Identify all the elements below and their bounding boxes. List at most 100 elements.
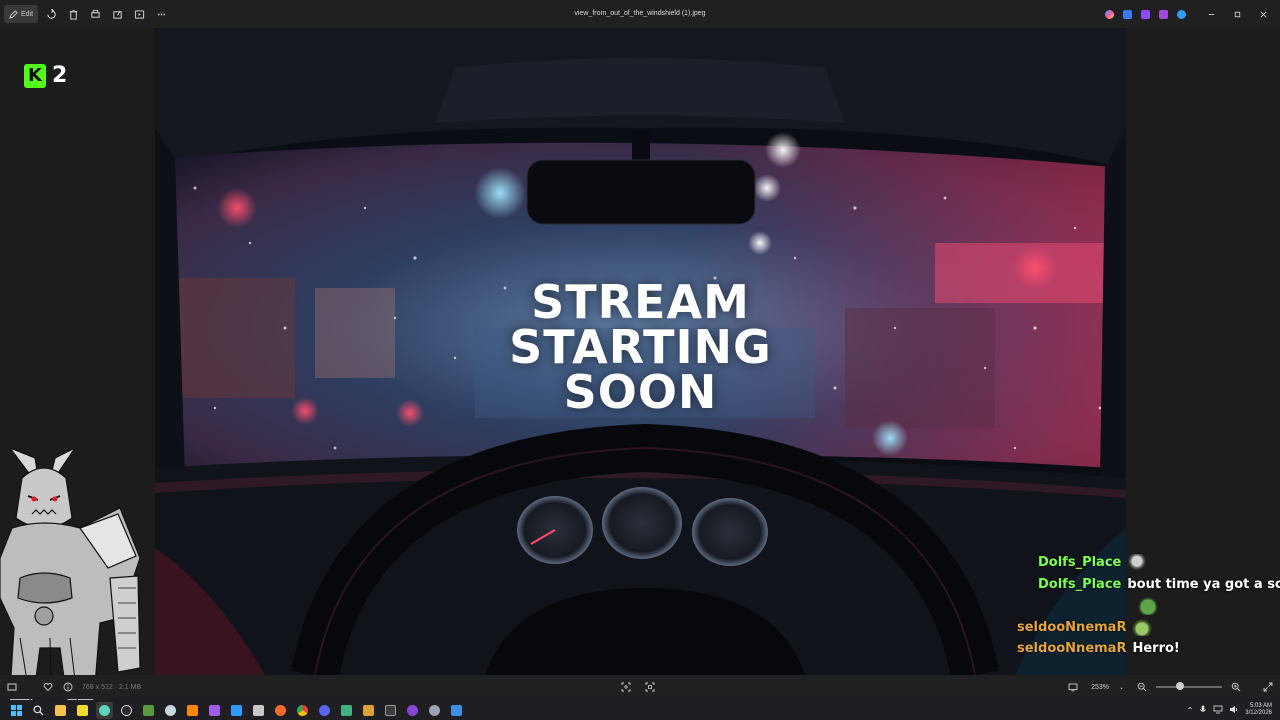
close-icon bbox=[1259, 10, 1267, 18]
edit-icon bbox=[9, 9, 18, 19]
zoom-slider[interactable] bbox=[1156, 682, 1222, 690]
zoom-level: 253% bbox=[1091, 683, 1109, 691]
print-button[interactable] bbox=[86, 5, 104, 23]
printer-icon bbox=[90, 9, 100, 18]
chat-username: Dolfs_Place bbox=[1038, 576, 1122, 592]
taskbar: ⌃ 5:03 AM 3/12/2026 bbox=[0, 700, 1280, 720]
windows-start-icon[interactable] bbox=[8, 702, 25, 719]
sound-app-icon[interactable] bbox=[360, 702, 377, 719]
statusbar-left: 768 x 512 · 2.1 MB bbox=[0, 681, 141, 693]
filmstrip-icon[interactable] bbox=[6, 681, 18, 693]
viewer-count: 2 bbox=[52, 63, 68, 88]
terminal-icon[interactable] bbox=[382, 702, 399, 719]
info-icon[interactable] bbox=[62, 681, 74, 693]
firefox-icon[interactable] bbox=[272, 702, 289, 719]
settings-icon[interactable] bbox=[426, 702, 443, 719]
actual-size-button[interactable] bbox=[644, 681, 656, 693]
taskbar-apps bbox=[0, 701, 465, 719]
clipchamp-icon[interactable] bbox=[1138, 7, 1152, 21]
steam-icon[interactable] bbox=[162, 702, 179, 719]
network-icon[interactable] bbox=[1213, 705, 1223, 716]
zoom-out-icon bbox=[1137, 682, 1147, 692]
statusbar-right: 253% ⌄ bbox=[1067, 675, 1274, 699]
search-icon[interactable] bbox=[30, 702, 47, 719]
close-button[interactable] bbox=[1252, 3, 1274, 25]
sticky-notes-icon[interactable] bbox=[74, 702, 91, 719]
chat-message: Dolfs_Place bbox=[992, 552, 1272, 574]
copilot-icon[interactable] bbox=[1102, 7, 1116, 21]
chat-text: bout time ya got a screen bbox=[1127, 576, 1280, 592]
settings-wheel-icon[interactable] bbox=[118, 702, 135, 719]
monitor-icon bbox=[1068, 683, 1078, 692]
visual-studio-icon[interactable] bbox=[206, 702, 223, 719]
stream-starting-headline: STREAM STARTING SOON bbox=[155, 275, 1126, 419]
vscode-icon[interactable] bbox=[228, 702, 245, 719]
edit-button[interactable]: Edit bbox=[4, 5, 39, 23]
share-button[interactable] bbox=[108, 5, 126, 23]
headline-line: STARTING bbox=[509, 320, 772, 374]
toolbar-actions: Edit bbox=[0, 5, 170, 23]
rotate-icon bbox=[46, 8, 56, 19]
chat-message: Dolfs_Place bout time ya got a screen bbox=[992, 574, 1280, 596]
discord-icon[interactable] bbox=[316, 702, 333, 719]
clock-date: 3/12/2026 bbox=[1245, 710, 1272, 716]
onedrive-icon[interactable] bbox=[1174, 7, 1188, 21]
minecraft-icon[interactable] bbox=[140, 702, 157, 719]
volume-icon[interactable] bbox=[1229, 705, 1239, 716]
document-icon[interactable] bbox=[250, 702, 267, 719]
image-info: 768 x 512 · 2.1 MB bbox=[82, 683, 142, 691]
fit-icon bbox=[621, 682, 631, 692]
fullscreen-icon bbox=[1263, 682, 1273, 692]
share-icon bbox=[112, 10, 122, 19]
chat-message: seldooNnemaR bbox=[992, 617, 1272, 639]
fullscreen-button[interactable] bbox=[1262, 681, 1274, 693]
minimize-button[interactable] bbox=[1200, 3, 1222, 25]
chat-username: seldooNnemaR bbox=[1017, 641, 1127, 657]
maximize-button[interactable] bbox=[1226, 3, 1248, 25]
window-title: view_from_out_of_the_windshield (1).jpeg bbox=[574, 10, 706, 17]
designer-icon[interactable] bbox=[1120, 7, 1134, 21]
chat-message bbox=[992, 595, 1272, 617]
heart-icon[interactable] bbox=[42, 681, 54, 693]
clock[interactable]: 5:03 AM 3/12/2026 bbox=[1245, 703, 1272, 717]
more-options-button[interactable] bbox=[152, 5, 170, 23]
zoom-in-icon bbox=[1231, 682, 1241, 692]
displayed-image: STREAM STARTING SOON bbox=[155, 28, 1126, 675]
headline-line: SOON bbox=[563, 365, 718, 419]
viewer-statusbar: 768 x 512 · 2.1 MB 253% ⌄ bbox=[0, 675, 1280, 699]
trash-icon bbox=[69, 9, 77, 20]
knight-emote-icon bbox=[1127, 553, 1148, 572]
zoom-slider-handle[interactable] bbox=[1176, 682, 1184, 690]
chrome-icon[interactable] bbox=[294, 702, 311, 719]
screen: Edit view_from_out_of_the_windshield (1)… bbox=[0, 0, 1280, 720]
zoom-level-dropdown[interactable]: 253% ⌄ bbox=[1087, 680, 1128, 694]
zoom-in-button[interactable] bbox=[1230, 681, 1242, 693]
slideshow-icon bbox=[134, 9, 144, 19]
fit-to-window-button[interactable] bbox=[620, 681, 632, 693]
slideshow-button[interactable] bbox=[130, 5, 148, 23]
obs-studio-icon[interactable] bbox=[96, 701, 113, 719]
expand-icon bbox=[645, 682, 655, 692]
system-tray: ⌃ 5:03 AM 3/12/2026 bbox=[1187, 700, 1272, 720]
vlc-icon[interactable] bbox=[184, 702, 201, 719]
display-mode-button[interactable] bbox=[1067, 681, 1079, 693]
chevron-up-icon[interactable]: ⌃ bbox=[1187, 706, 1194, 715]
obs-icon[interactable] bbox=[404, 702, 421, 719]
clock-time: 5:03 AM bbox=[1249, 703, 1272, 709]
chat-username: Dolfs_Place bbox=[1038, 555, 1122, 571]
frog-emote-icon bbox=[1132, 618, 1153, 637]
file-explorer-icon[interactable] bbox=[52, 702, 69, 719]
photos-icon[interactable] bbox=[448, 702, 465, 719]
paint-icon[interactable] bbox=[1156, 7, 1170, 21]
chevron-down-icon: ⌄ bbox=[1118, 684, 1124, 691]
pepe-emote-icon bbox=[1138, 596, 1158, 615]
zoom-out-button[interactable] bbox=[1136, 681, 1148, 693]
remote-desktop-icon[interactable] bbox=[338, 702, 355, 719]
image-viewer: STREAM STARTING SOON K 2 Dolfs_Place Dol… bbox=[0, 28, 1280, 720]
rotate-button[interactable] bbox=[42, 5, 60, 23]
delete-button[interactable] bbox=[64, 5, 82, 23]
chat-message: seldooNnemaR Herro! bbox=[992, 638, 1272, 660]
headline-line: STREAM bbox=[531, 275, 750, 329]
microphone-icon[interactable] bbox=[1199, 704, 1207, 716]
minimize-icon bbox=[1208, 13, 1214, 15]
